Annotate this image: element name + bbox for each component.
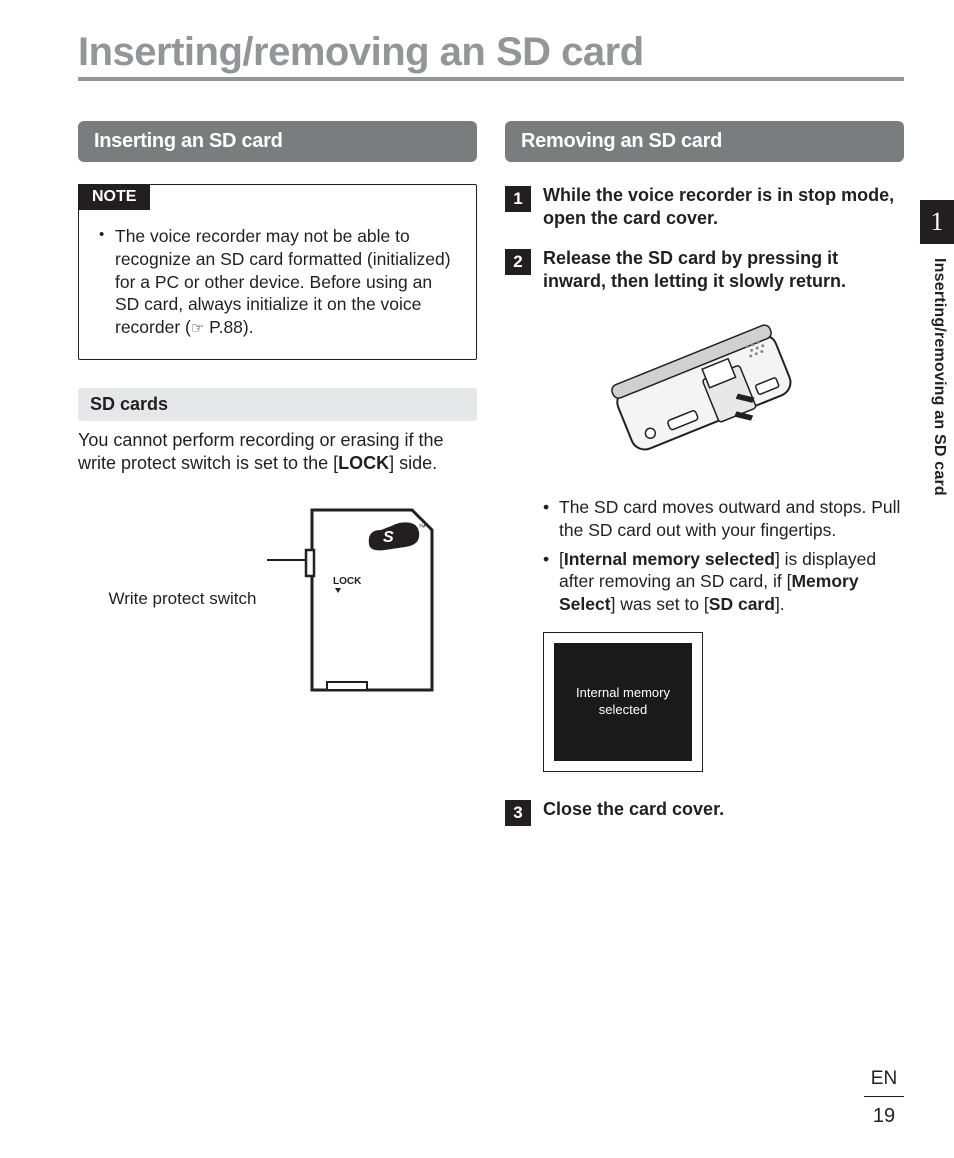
footer-rule xyxy=(864,1096,904,1097)
sd-lock-word: LOCK xyxy=(338,453,389,473)
step-number-3: 3 xyxy=(505,800,531,826)
sd-card-figure: Write protect switch S ™ LOCK xyxy=(78,500,477,700)
footer-language: EN xyxy=(864,1068,904,1096)
step-1-text: While the voice recorder is in stop mode… xyxy=(543,184,904,229)
screen-line-1: Internal memory xyxy=(576,685,670,700)
section-header-removing: Removing an SD card xyxy=(505,121,904,162)
page-title: Inserting/removing an SD card xyxy=(78,30,904,75)
step-2-bullets: The SD card moves outward and stops. Pul… xyxy=(541,496,904,616)
sd-cards-text: You cannot perform recording or erasing … xyxy=(78,429,477,476)
sd-card-illustration: S ™ LOCK xyxy=(267,500,447,700)
bullet-internal-memory: [Internal memory selected] is displayed … xyxy=(541,548,904,616)
left-column: Inserting an SD card NOTE The voice reco… xyxy=(78,121,477,844)
chapter-tab: 1 xyxy=(920,200,954,244)
note-label: NOTE xyxy=(78,184,150,210)
b2e: ] was set to [ xyxy=(611,594,709,614)
reference-icon: ☞ xyxy=(191,319,204,339)
step-number-1: 1 xyxy=(505,186,531,212)
note-box: NOTE The voice recorder may not be able … xyxy=(78,184,477,360)
svg-text:™: ™ xyxy=(418,523,426,532)
b2f: SD card xyxy=(709,594,775,614)
footer-page-number: 19 xyxy=(864,1105,904,1128)
b2g: ]. xyxy=(775,594,785,614)
right-column: Removing an SD card 1 While the voice re… xyxy=(505,121,904,844)
step-1: 1 While the voice recorder is in stop mo… xyxy=(505,184,904,229)
svg-text:S: S xyxy=(383,529,394,546)
sub-header-sdcards: SD cards xyxy=(78,388,477,421)
bullet-sd-moves: The SD card moves outward and stops. Pul… xyxy=(541,496,904,542)
page-footer: EN 19 xyxy=(864,1068,904,1128)
sd-text-2: ] side. xyxy=(389,453,437,473)
chapter-side-label: Inserting/removing an SD card xyxy=(930,258,948,496)
b2b: Internal memory selected xyxy=(564,549,775,569)
screen-line-2: selected xyxy=(599,702,647,717)
step-3-text: Close the card cover. xyxy=(543,798,724,826)
step-2: 2 Release the SD card by pressing it inw… xyxy=(505,247,904,292)
lcd-screen: Internal memory selected xyxy=(554,643,692,761)
step-2-text: Release the SD card by pressing it inwar… xyxy=(543,247,904,292)
step-3: 3 Close the card cover. xyxy=(505,798,904,826)
device-illustration xyxy=(505,310,904,480)
note-text: The voice recorder may not be able to re… xyxy=(115,226,451,337)
note-text-after: P.88). xyxy=(204,317,253,337)
lcd-screen-box: Internal memory selected xyxy=(543,632,703,772)
step-number-2: 2 xyxy=(505,249,531,275)
lock-label: LOCK xyxy=(333,576,362,587)
title-rule xyxy=(78,77,904,81)
note-bullet: The voice recorder may not be able to re… xyxy=(97,225,458,339)
section-header-inserting: Inserting an SD card xyxy=(78,121,477,162)
sd-caption: Write protect switch xyxy=(108,589,256,609)
